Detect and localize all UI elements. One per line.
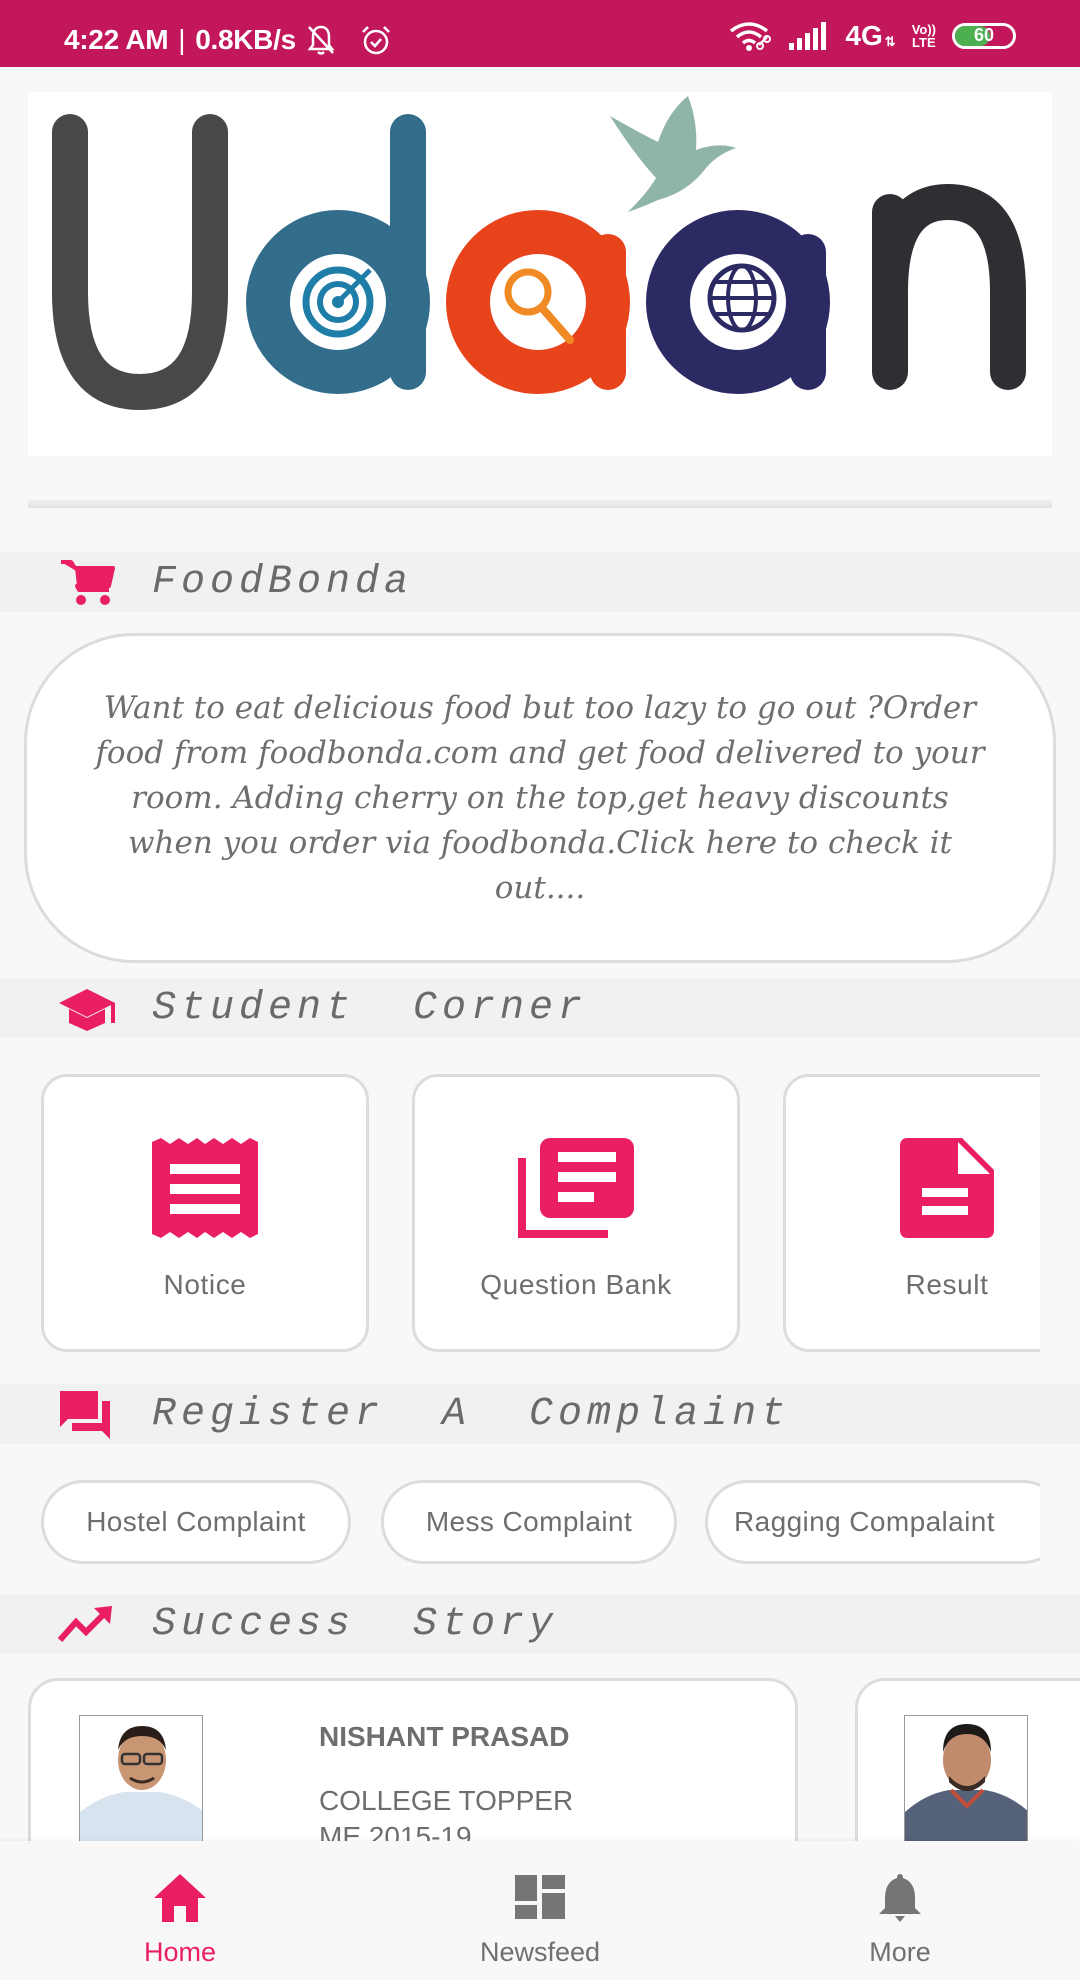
story-role: COLLEGE TOPPER ME,2015-19 [319,1785,574,1841]
tile-notice[interactable]: Notice [41,1074,369,1352]
tile-label: Result [905,1269,989,1300]
section-title: FoodBonda [152,559,414,605]
home-icon [150,1869,210,1925]
student-corner-carousel[interactable]: Notice Question Bank Result [0,1074,1040,1354]
nav-label: Newsfeed [479,1937,601,1967]
network-type: 4G ⇅ [845,20,896,51]
story-name: NISHANT PRASAD [319,1721,570,1752]
document-icon [887,1133,1007,1243]
volte-indicator: Vo)) LTE [911,22,936,50]
receipt-icon [145,1133,265,1243]
section-header-success-story: Success Story [0,1594,1080,1654]
wifi-icon [729,21,773,51]
battery-icon: 60 [952,23,1016,49]
tile-question-bank[interactable]: Question Bank [412,1074,740,1352]
ragging-complaint-button[interactable]: Ragging Compalaint [705,1480,1040,1564]
mess-complaint-button[interactable]: Mess Complaint [381,1480,677,1564]
section-title: Register A Complaint [152,1391,791,1437]
trending-up-icon [56,1598,118,1650]
hostel-complaint-button[interactable]: Hostel Complaint [41,1480,351,1564]
muted-bell-icon [306,24,336,56]
section-title: Success Story [152,1601,559,1647]
tile-label: Notice [163,1269,247,1300]
forum-icon [56,1388,118,1440]
udaan-logo [28,92,1052,456]
dashboard-icon [510,1869,570,1925]
cart-icon [56,556,118,608]
status-bar: 4:22 AM | 0.8KB/s 4G ⇅ Vo)) LTE 60 [0,0,1080,67]
alarm-icon [360,24,392,56]
tile-result[interactable]: Result [783,1074,1040,1352]
nav-label: Home [143,1937,217,1967]
graduation-cap-icon [56,982,118,1034]
library-books-icon [516,1133,636,1243]
logo-divider [28,500,1052,508]
story-card[interactable]: NISHANT PRASAD COLLEGE TOPPER ME,2015-19 [28,1678,798,1841]
section-header-student-corner: Student Corner [0,978,1080,1038]
tile-label: Question Bank [480,1269,672,1300]
status-net-speed: 0.8KB/s [195,24,296,55]
nav-newsfeed[interactable]: Newsfeed [360,1841,720,1980]
section-header-foodbonda: FoodBonda [0,552,1080,612]
section-header-complaint: Register A Complaint [0,1384,1080,1444]
nav-home[interactable]: Home [0,1841,360,1980]
bell-icon [870,1869,930,1925]
status-time: 4:22 AM [64,24,169,55]
signal-icon [789,22,829,50]
story-card[interactable] [855,1678,1080,1841]
nav-label: More [869,1937,931,1967]
story-photo [904,1715,1028,1841]
section-title: Student Corner [152,985,588,1031]
nav-more[interactable]: More [720,1841,1080,1980]
foodbonda-promo-text: Want to eat delicious food but too lazy … [95,689,985,906]
bottom-navigation: Home Newsfeed More [0,1841,1080,1980]
foodbonda-promo-card[interactable]: Want to eat delicious food but too lazy … [24,633,1056,963]
status-separator: | [178,24,186,55]
complaint-options[interactable]: Hostel Complaint Mess Complaint Ragging … [0,1478,1040,1568]
success-stories-carousel[interactable]: NISHANT PRASAD COLLEGE TOPPER ME,2015-19 [0,1676,1080,1841]
data-arrows-icon: ⇅ [884,34,896,49]
story-photo [79,1715,203,1841]
